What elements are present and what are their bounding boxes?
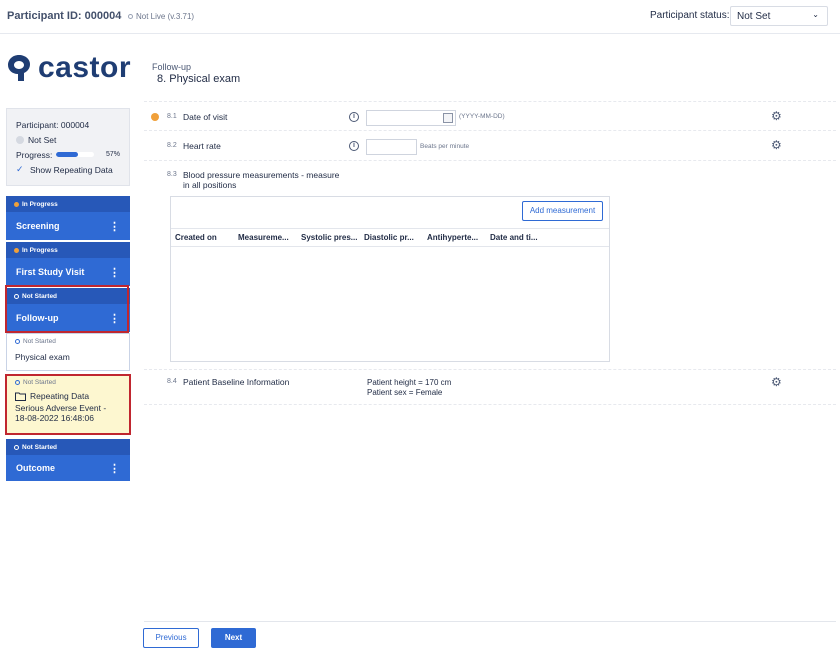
heart-rate-unit: Beats per minute [420,143,470,150]
footer-divider [144,621,836,622]
question-label-baseline-info: Patient Baseline Information [183,377,290,387]
progress-row: Progress: 57% [16,147,120,162]
column-header[interactable]: Diastolic pr... [364,233,427,242]
phase-name-row: Screening ⋮ [6,212,130,240]
participant-label: Participant: 000004 [16,119,90,130]
in-progress-dot-icon [14,247,19,253]
more-options-icon[interactable]: ⋮ [109,462,120,475]
gear-icon[interactable]: ⚙ [771,139,782,151]
next-button[interactable]: Next [211,628,256,648]
date-format-hint: (YYYY-MM-DD) [459,113,505,120]
column-header[interactable]: Created on [175,233,238,242]
in-progress-dot-icon [151,113,159,121]
patient-height: Patient height = 170 cm [367,378,452,387]
page-title: 8. Physical exam [157,73,241,85]
highlight-outline [5,374,131,435]
phase-name: Screening [16,221,60,231]
question-label-blood-pressure: Blood pressure measurements - measure [183,170,340,180]
question-label-heart-rate: Heart rate [183,141,221,151]
phase-status-badge: In Progress [6,196,130,212]
question-number: 8.2 [167,142,177,149]
participant-card: Participant: 000004 Not Set Progress: 57… [6,108,130,186]
row-divider [144,160,836,161]
column-header[interactable]: Measureme... [238,233,301,242]
row-divider [144,101,836,102]
more-options-icon[interactable]: ⋮ [109,266,120,279]
step-status-text: Not Started [23,338,56,345]
phase-status-text: Not Started [22,443,58,451]
calculated-values: Patient height = 170 cm Patient sex = Fe… [367,378,451,398]
step-name: Physical exam [15,352,70,362]
highlight-outline [5,285,129,333]
phase-name: Outcome [16,463,56,473]
show-repeating-label: Show Repeating Data [30,164,113,175]
gear-icon[interactable]: ⚙ [771,376,782,388]
participant-status-text: Not Set [28,134,57,145]
progress-fill [56,152,78,157]
info-icon[interactable]: i [349,141,359,151]
phase-status-badge: Not Started [6,439,130,455]
status-dot-icon [128,14,133,19]
castor-logo[interactable]: castor [6,52,131,84]
top-bar: Participant ID: 000004 Not Live (v.3.71)… [0,0,840,34]
question-number: 8.3 [167,171,177,178]
step-physical-exam[interactable]: Not Started Physical exam [6,333,130,371]
add-measurement-button[interactable]: Add measurement [522,201,603,221]
row-divider [144,404,836,405]
column-header[interactable]: Systolic pres... [301,233,364,242]
phase-status-text: In Progress [22,246,58,254]
phase-first-study-visit[interactable]: In Progress First Study Visit ⋮ [6,242,130,286]
progress-label: Progress: [16,149,53,160]
status-dot-icon [16,135,24,144]
in-progress-dot-icon [14,201,19,207]
participant-status-label: Participant status: [650,10,730,21]
castor-logo-icon [8,55,30,81]
participant-status-select[interactable]: Not Set ⌄ [730,6,828,26]
environment-text: Not Live (v.3.71) [136,12,195,21]
phase-screening[interactable]: In Progress Screening ⋮ [6,196,130,240]
chevron-down-icon: ⌄ [812,10,819,19]
patient-sex: Patient sex = Female [367,388,443,397]
row-divider [144,369,836,370]
column-header[interactable]: Antihyperte... [427,233,490,242]
participant-row: Participant: 000004 [16,117,120,132]
phase-status-text: In Progress [22,200,58,208]
question-number: 8.4 [167,378,177,385]
heart-rate-input[interactable] [366,139,417,155]
column-header[interactable]: Date and ti... [490,233,550,242]
calendar-icon[interactable] [443,113,453,123]
question-label-blood-pressure-2: in all positions [183,180,237,190]
info-icon[interactable]: i [349,112,359,122]
phase-status-badge: In Progress [6,242,130,258]
question-number: 8.1 [167,113,177,120]
not-started-dot-icon [15,339,20,344]
more-options-icon[interactable]: ⋮ [109,220,120,233]
row-divider [144,130,836,131]
environment-label: Not Live (v.3.71) [128,12,194,21]
show-repeating-row[interactable]: ✓ Show Repeating Data [16,162,120,177]
phase-name: First Study Visit [16,267,85,277]
participant-status-row: Not Set [16,132,120,147]
grid-header: Created on Measureme... Systolic pres...… [171,228,609,247]
progress-bar [56,152,94,157]
previous-button[interactable]: Previous [143,628,199,648]
phase-name-row: Outcome ⋮ [6,455,130,481]
logo-text: castor [38,51,132,84]
question-label-date-of-visit: Date of visit [183,112,228,122]
phase-name-row: First Study Visit ⋮ [6,258,130,286]
step-status: Not Started [15,338,121,345]
progress-percent: 57% [105,151,120,158]
phase-outcome[interactable]: Not Started Outcome ⋮ [6,439,130,481]
participant-id: Participant ID: 000004 [7,10,122,22]
breadcrumb: Follow-up [152,62,192,72]
gear-icon[interactable]: ⚙ [771,110,782,122]
not-started-dot-icon [14,444,19,450]
checkmark-icon[interactable]: ✓ [16,164,26,175]
participant-status-value: Not Set [737,11,771,22]
